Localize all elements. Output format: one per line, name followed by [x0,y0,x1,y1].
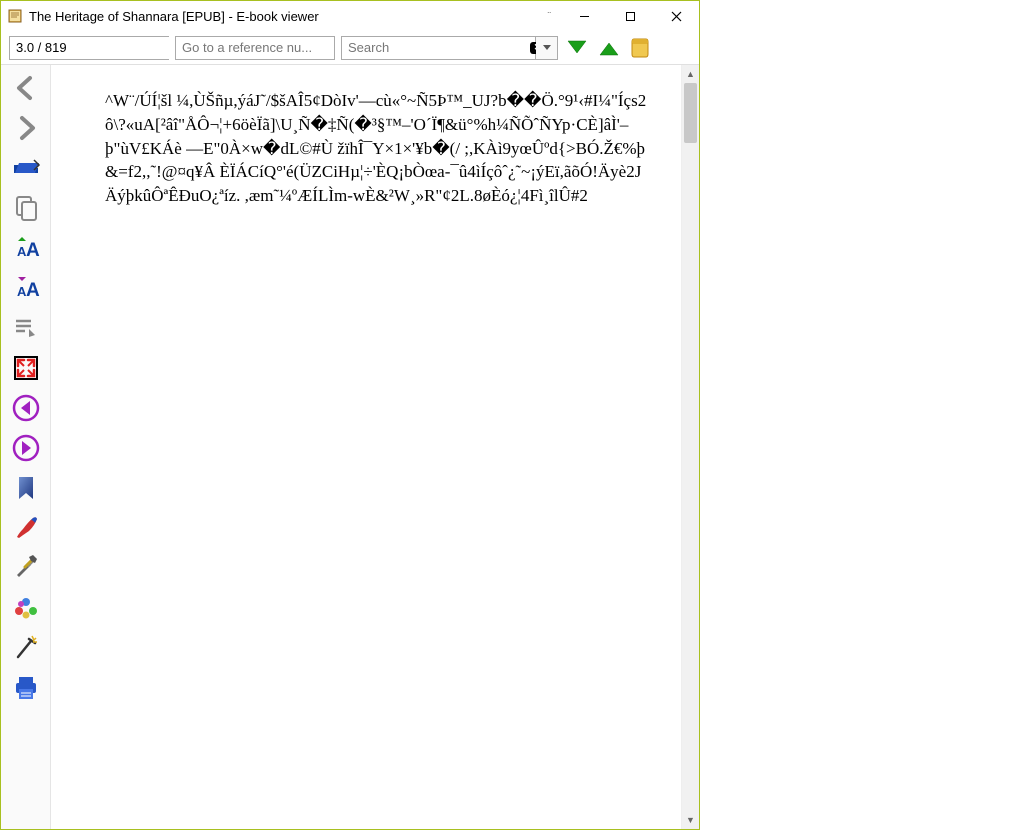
next-page-button[interactable] [6,429,46,467]
open-book-button[interactable] [6,149,46,187]
scroll-thumb[interactable] [684,83,697,143]
toc-button[interactable] [6,309,46,347]
search-input[interactable] [342,40,530,55]
scroll-up-button[interactable]: ▲ [682,65,699,83]
page-input[interactable] [10,37,198,59]
svg-text:A: A [26,280,40,301]
scroll-down-button[interactable]: ▼ [682,811,699,829]
scroll-track[interactable] [682,83,699,811]
preferences-button[interactable] [6,549,46,587]
toolbar: ▲ ▼ ✕ [1,31,699,65]
font-increase-button[interactable]: AA [6,229,46,267]
svg-text:A: A [26,240,40,261]
sidebar: AA AA [1,65,51,829]
metadata-button[interactable] [6,589,46,627]
title-overflow-cue: ¨ [544,11,555,22]
minimize-button[interactable] [561,1,607,31]
search-field[interactable]: ✕ [341,36,536,60]
forward-button[interactable] [6,109,46,147]
prev-page-button[interactable] [6,389,46,427]
fullscreen-button[interactable] [6,349,46,387]
vertical-scrollbar[interactable]: ▲ ▼ [681,65,699,829]
search-dropdown-button[interactable] [536,36,558,60]
copy-button[interactable] [6,189,46,227]
print-button[interactable] [6,669,46,707]
titlebar: The Heritage of Shannara [EPUB] - E-book… [1,1,699,31]
close-button[interactable] [653,1,699,31]
font-decrease-button[interactable]: AA [6,269,46,307]
maximize-button[interactable] [607,1,653,31]
app-icon [7,8,23,24]
lookup-button[interactable] [6,629,46,667]
content-body: ^W¨/ÚÍ¦šl ¼,ÙŠñµ,ýáJ˜/$šAÎ5¢DòIv'—cù«°~Ñ… [105,89,649,208]
back-button[interactable] [6,69,46,107]
window-title: The Heritage of Shannara [EPUB] - E-book… [29,9,319,24]
search-prev-button[interactable] [596,37,622,59]
page-number-field[interactable]: ▲ ▼ [9,36,169,60]
reference-input[interactable] [175,36,335,60]
highlight-button[interactable] [6,509,46,547]
scroll-icon[interactable] [628,36,652,60]
reader-content: ^W¨/ÚÍ¦šl ¼,ÙŠñµ,ýáJ˜/$šAÎ5¢DòIv'—cù«°~Ñ… [51,65,681,829]
bookmark-button[interactable] [6,469,46,507]
search-next-button[interactable] [564,37,590,59]
